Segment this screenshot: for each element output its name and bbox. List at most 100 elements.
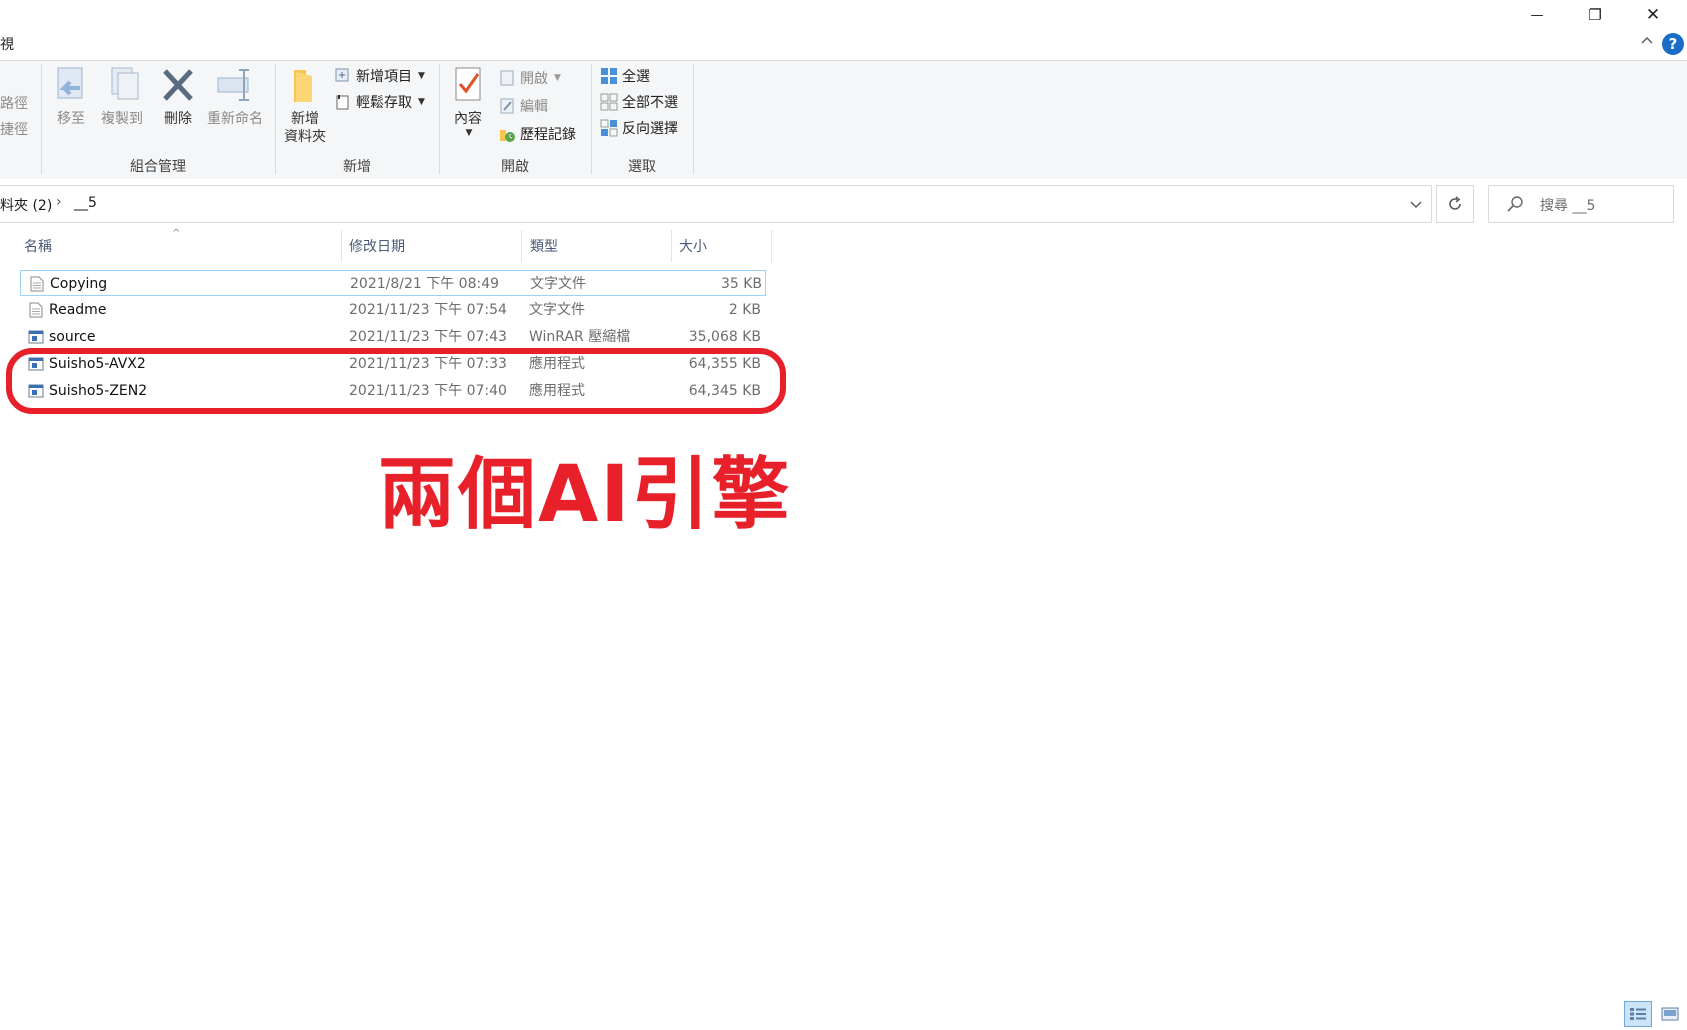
copy-to-button[interactable]: 複製到 (96, 66, 148, 128)
group-label-open: 開啟 (501, 159, 529, 175)
invert-selection-label: 反向選擇 (622, 121, 678, 137)
delete-button[interactable]: 刪除 (158, 66, 198, 128)
new-folder-label-1: 新增 (291, 111, 319, 127)
title-bar (0, 0, 1687, 32)
restore-icon: ❐ (1588, 6, 1602, 24)
file-type: 文字文件 (529, 302, 585, 318)
tab-view[interactable]: 視 (0, 34, 14, 54)
column-header-type[interactable]: 類型 (530, 236, 670, 262)
chevron-down-icon: ▼ (418, 97, 425, 107)
archive-icon (28, 330, 44, 344)
search-icon (1507, 196, 1523, 212)
minimize-icon: — (1530, 7, 1544, 23)
breadcrumb-current[interactable]: __5 (74, 195, 97, 211)
column-header-size[interactable]: 大小 (679, 236, 769, 262)
select-none-label: 全部不選 (622, 95, 678, 111)
new-folder-button[interactable]: 新增 資料夾 (282, 66, 328, 146)
search-placeholder: 搜尋 __5 (1540, 198, 1596, 214)
chevron-down-icon (1410, 201, 1422, 208)
large-icons-view-icon (1661, 1007, 1679, 1021)
restore-button[interactable]: ❐ (1566, 0, 1624, 30)
group-label-select: 選取 (628, 159, 656, 175)
select-all-button[interactable]: 全選 (600, 66, 650, 86)
column-divider[interactable] (341, 230, 342, 262)
chevron-down-icon: ▼ (418, 71, 425, 81)
invert-selection-button[interactable]: 反向選擇 (600, 118, 678, 138)
copy-to-icon (111, 67, 139, 100)
delete-icon (163, 69, 193, 101)
help-icon[interactable]: ? (1662, 33, 1684, 55)
new-item-icon (335, 68, 349, 82)
properties-button[interactable]: 內容 ▼ (448, 66, 488, 138)
details-view-button[interactable] (1624, 1001, 1652, 1027)
file-date: 2021/8/21 下午 08:49 (350, 276, 500, 292)
large-icons-view-button[interactable] (1656, 1001, 1684, 1027)
breadcrumb-parent[interactable]: 料夾 (2) (0, 195, 52, 215)
column-divider[interactable] (521, 230, 522, 262)
annotation-text: 兩個AI引擎 (378, 450, 792, 540)
refresh-icon (1449, 196, 1461, 210)
file-size: 2 KB (728, 302, 761, 318)
paste-shortcut-label: 捷徑 (0, 122, 28, 138)
history-icon (500, 130, 515, 142)
edit-label: 編輯 (520, 99, 548, 115)
text-file-icon (30, 276, 44, 292)
copy-to-label: 複製到 (101, 111, 143, 127)
file-size: 35 KB (720, 276, 762, 292)
column-header-name[interactable]: 名稱 (24, 236, 340, 262)
annotation-highlight-ring (6, 348, 786, 414)
column-divider[interactable] (671, 230, 672, 262)
delete-label: 刪除 (164, 111, 192, 127)
file-date: 2021/11/23 下午 07:54 (349, 302, 507, 318)
details-view-icon (1630, 1008, 1646, 1020)
breadcrumb-chevron-icon[interactable]: › (56, 194, 62, 210)
file-date: 2021/11/23 下午 07:43 (349, 329, 507, 345)
easy-access-label: 輕鬆存取 (356, 95, 412, 111)
chevron-down-icon: ▼ (465, 128, 473, 138)
group-label-organize: 組合管理 (130, 159, 186, 175)
ribbon-divider (693, 64, 694, 174)
select-none-button[interactable]: 全部不選 (600, 92, 678, 112)
copy-path-label: 路徑 (0, 96, 28, 112)
chevron-up-icon[interactable] (1640, 34, 1654, 48)
file-row-copying[interactable]: Copying 2021/8/21 下午 08:49 文字文件 35 KB (20, 270, 766, 296)
open-button[interactable]: 開啟 ▼ (498, 68, 561, 88)
column-header-date[interactable]: 修改日期 (349, 236, 519, 262)
rename-icon (217, 69, 249, 101)
edit-button[interactable]: 編輯 (498, 96, 548, 116)
address-bar[interactable] (0, 185, 1432, 223)
copy-path-button[interactable]: 路徑 (0, 93, 28, 113)
file-type: WinRAR 壓縮檔 (529, 329, 631, 345)
invert-selection-icon (600, 119, 618, 137)
file-row-source[interactable]: source 2021/11/23 下午 07:43 WinRAR 壓縮檔 35… (20, 324, 766, 350)
history-label: 歷程記錄 (520, 127, 576, 143)
select-none-icon (600, 93, 618, 111)
ribbon-tab-row (0, 32, 1687, 60)
move-to-label: 移至 (57, 111, 85, 127)
edit-icon (500, 98, 514, 114)
rename-button[interactable]: 重新命名 (204, 66, 266, 128)
open-icon (500, 70, 514, 86)
file-type: 文字文件 (530, 276, 586, 292)
easy-access-button[interactable]: 輕鬆存取 ▼ (334, 92, 425, 112)
open-label: 開啟 (520, 71, 548, 87)
folder-icon (294, 70, 312, 102)
properties-icon (455, 67, 481, 101)
chevron-down-icon: ▼ (554, 73, 561, 83)
file-row-readme[interactable]: Readme 2021/11/23 下午 07:54 文字文件 2 KB (20, 297, 766, 323)
move-to-button[interactable]: 移至 (52, 66, 90, 128)
file-name: Copying (50, 276, 108, 292)
file-size: 35,068 KB (688, 329, 761, 345)
file-name: Readme (49, 302, 107, 318)
refresh-button[interactable] (1436, 185, 1474, 223)
group-label-new: 新增 (343, 159, 371, 175)
file-name: source (49, 329, 96, 345)
rename-label: 重新命名 (207, 111, 263, 127)
close-button[interactable]: ✕ (1624, 0, 1682, 30)
paste-shortcut-button[interactable]: 捷徑 (0, 119, 28, 139)
minimize-button[interactable]: — (1508, 0, 1566, 30)
new-item-button[interactable]: 新增項目 ▼ (334, 66, 425, 86)
column-divider[interactable] (771, 230, 772, 262)
history-button[interactable]: 歷程記錄 (498, 124, 576, 144)
address-dropdown-button[interactable] (1405, 193, 1427, 215)
